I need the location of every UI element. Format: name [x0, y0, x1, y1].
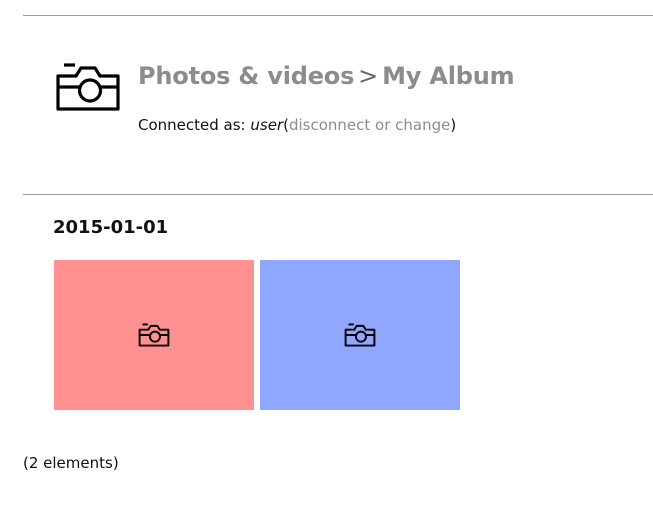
- camera-icon: [344, 323, 376, 347]
- connected-user-name: user: [250, 116, 284, 134]
- album-page: Photos & videos > My Album Connected as: u…: [0, 0, 653, 509]
- close-paren: ): [450, 116, 457, 134]
- thumbnail-grid: [54, 260, 460, 410]
- section-divider: [23, 194, 653, 195]
- camera-icon: [138, 323, 170, 347]
- camera-icon: [56, 63, 120, 111]
- top-divider: [23, 15, 653, 16]
- breadcrumb: Photos & videos > My Album: [138, 61, 515, 91]
- connected-as-label: Connected as:: [138, 116, 246, 134]
- breadcrumb-separator: >: [358, 62, 379, 90]
- media-thumbnail[interactable]: [54, 260, 254, 410]
- media-thumbnail[interactable]: [260, 260, 460, 410]
- disconnect-or-change-link[interactable]: disconnect or change: [289, 116, 450, 134]
- breadcrumb-photos-videos-link[interactable]: Photos & videos: [138, 62, 354, 90]
- date-group-heading: 2015-01-01: [53, 217, 169, 238]
- connection-status: Connected as: user(disconnect or change): [138, 115, 456, 135]
- breadcrumb-my-album-link[interactable]: My Album: [382, 62, 515, 90]
- element-count: (2 elements): [23, 454, 119, 472]
